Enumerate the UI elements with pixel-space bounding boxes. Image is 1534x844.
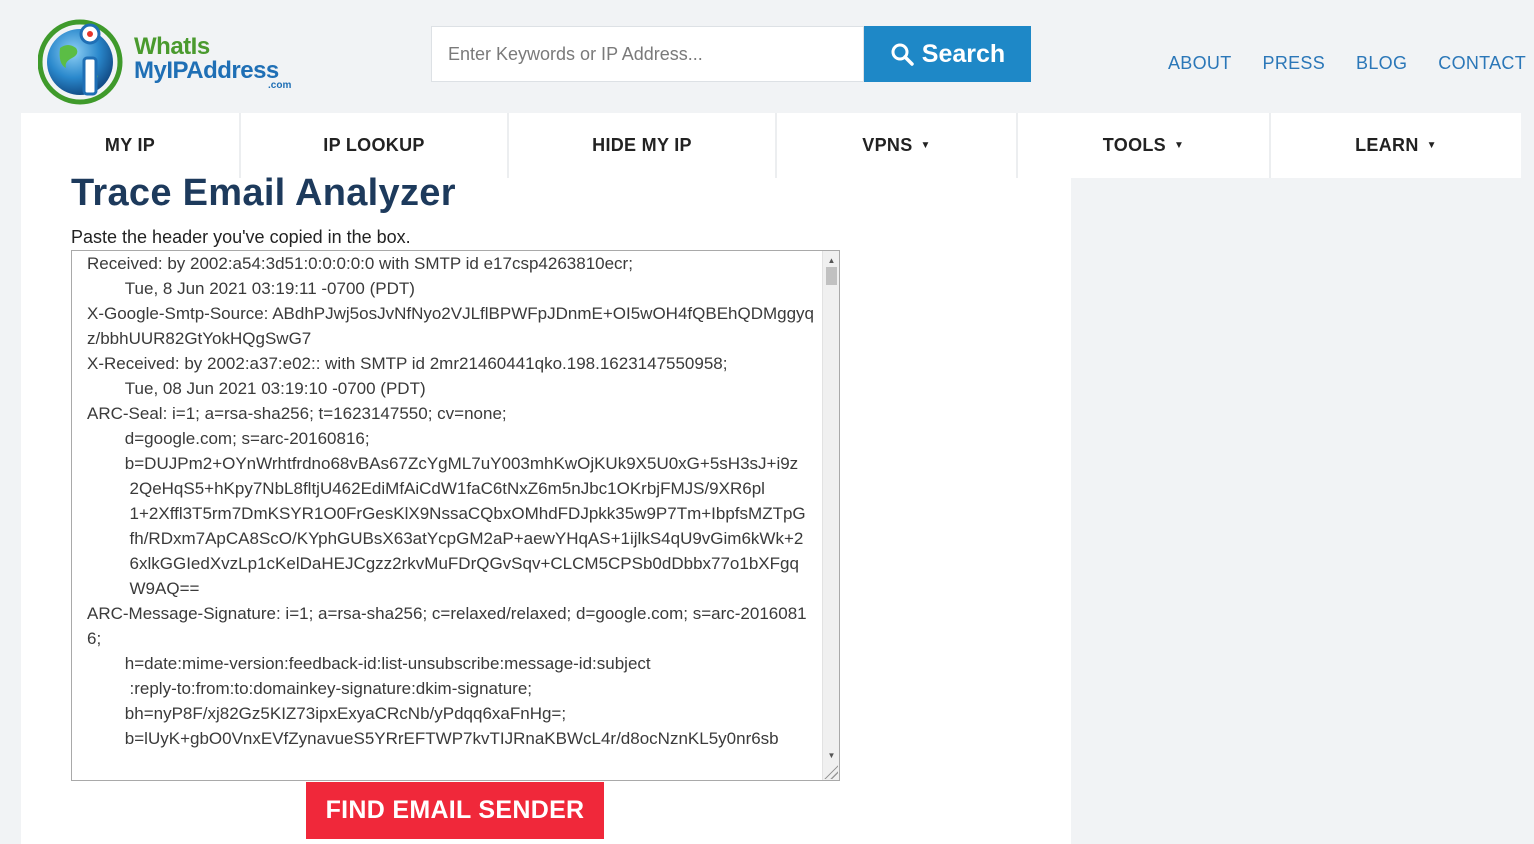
search-button-label: Search [921, 39, 1006, 68]
top-links: ABOUT PRESS BLOG CONTACT [1168, 53, 1526, 74]
header-line: X-Received: by 2002:a37:e02:: with SMTP … [87, 354, 728, 373]
caret-down-icon: ▼ [1173, 140, 1185, 151]
page-title: Trace Email Analyzer [71, 172, 456, 214]
nav-item-hide-my-ip[interactable]: HIDE MY IP [509, 113, 777, 178]
header-line: 2QeHqS5+hKpy7NbL8fltjU462EdiMfAiCdW1faC6… [87, 479, 765, 498]
scroll-up-arrow-icon[interactable]: ▲ [823, 253, 839, 267]
email-header-textarea[interactable]: Received: by 2002:a54:3d51:0:0:0:0:0 wit… [71, 250, 840, 781]
nav-item-label: VPNS [862, 135, 913, 155]
header-line: 1+2Xffl3T5rm7DmKSYR1O0FrGesKlX9NssaCQbxO… [87, 504, 806, 523]
textarea-scrollbar[interactable]: ▲ ▼ [822, 251, 839, 780]
header-line: Tue, 08 Jun 2021 03:19:10 -0700 (PDT) [87, 379, 426, 398]
search-input[interactable] [431, 26, 864, 82]
logo-line1: WhatIs [134, 33, 210, 60]
nav-item-tools[interactable]: TOOLS ▼ [1018, 113, 1271, 178]
site-header: WhatIs MyIPAddress .com Search ABOUT PRE… [0, 0, 1534, 112]
caret-down-icon: ▼ [920, 140, 931, 151]
nav-item-label: LEARN [1355, 135, 1419, 155]
header-line: Received: by 2002:a54:3d51:0:0:0:0:0 wit… [87, 254, 633, 273]
header-line: ARC-Seal: i=1; a=rsa-sha256; t=162314755… [87, 404, 507, 423]
caret-down-icon: ▼ [1426, 140, 1437, 151]
top-link-about[interactable]: ABOUT [1168, 53, 1232, 74]
search-button[interactable]: Search [864, 26, 1031, 82]
nav-item-label: MY IP [104, 135, 156, 155]
instructions-text: Paste the header you've copied in the bo… [71, 227, 411, 247]
header-line: Tue, 8 Jun 2021 03:19:11 -0700 (PDT) [87, 279, 415, 298]
logo-wordmark: WhatIs MyIPAddress [134, 35, 279, 83]
top-link-blog[interactable]: BLOG [1356, 53, 1407, 74]
nav-item-ip-lookup[interactable]: IP LOOKUP [241, 113, 509, 178]
main-nav: MY IP IP LOOKUP HIDE MY IP VPNS ▼ TOOLS … [21, 113, 1521, 178]
top-link-contact[interactable]: CONTACT [1438, 53, 1526, 74]
header-line: X-Google-Smtp-Source: ABdhPJwj5osJvNfNyo… [87, 304, 815, 348]
header-line: :reply-to:from:to:domainkey-signature:dk… [87, 679, 533, 698]
header-line: ARC-Message-Signature: i=1; a=rsa-sha256… [87, 604, 807, 648]
sidebar [1071, 178, 1521, 844]
header-line: W9AQ== [87, 579, 200, 598]
logo-suffix: .com [268, 80, 292, 91]
nav-item-my-ip[interactable]: MY IP [21, 113, 241, 178]
main-content: Trace Email Analyzer Paste the header yo… [21, 172, 1071, 844]
nav-item-label: IP LOOKUP [323, 135, 425, 155]
scroll-thumb[interactable] [826, 267, 837, 285]
site-logo[interactable]: WhatIs MyIPAddress .com [38, 18, 308, 108]
email-header-content[interactable]: Received: by 2002:a54:3d51:0:0:0:0:0 wit… [87, 251, 817, 751]
header-line: h=date:mime-version:feedback-id:list-uns… [87, 654, 651, 673]
header-line: fh/RDxm7ApCA8ScO/KYphGUBsX63atYcpGM2aP+a… [87, 529, 804, 548]
header-line: b=lUyK+gbO0VnxEVfZynavueS5YRrEFTWP7kvTIJ… [87, 729, 779, 748]
header-line: 6xlkGGIedXvzLp1cKelDaHEJCgzz2rkvMuFDrQGv… [87, 554, 799, 573]
header-line: b=DUJPm2+OYnWrhtfrdno68vBAs67ZcYgML7uY00… [87, 454, 799, 473]
nav-item-vpns[interactable]: VPNS ▼ [777, 113, 1018, 178]
resize-grip-icon[interactable] [824, 765, 838, 779]
nav-item-label: TOOLS [1102, 135, 1166, 155]
nav-item-label: HIDE MY IP [592, 135, 692, 155]
globe-logo-icon [38, 19, 123, 105]
header-line: d=google.com; s=arc-20160816; [87, 429, 370, 448]
header-line: bh=nyP8F/xj82Gz5KIZ73ipxExyaCRcNb/yPdqq6… [87, 704, 567, 723]
nav-item-learn[interactable]: LEARN ▼ [1271, 113, 1521, 178]
logo-line2: MyIPAddress [134, 57, 279, 84]
find-email-sender-button[interactable]: FIND EMAIL SENDER [306, 782, 604, 839]
search-icon [891, 43, 914, 66]
top-link-press[interactable]: PRESS [1263, 53, 1326, 74]
scroll-down-arrow-icon[interactable]: ▼ [823, 748, 839, 762]
